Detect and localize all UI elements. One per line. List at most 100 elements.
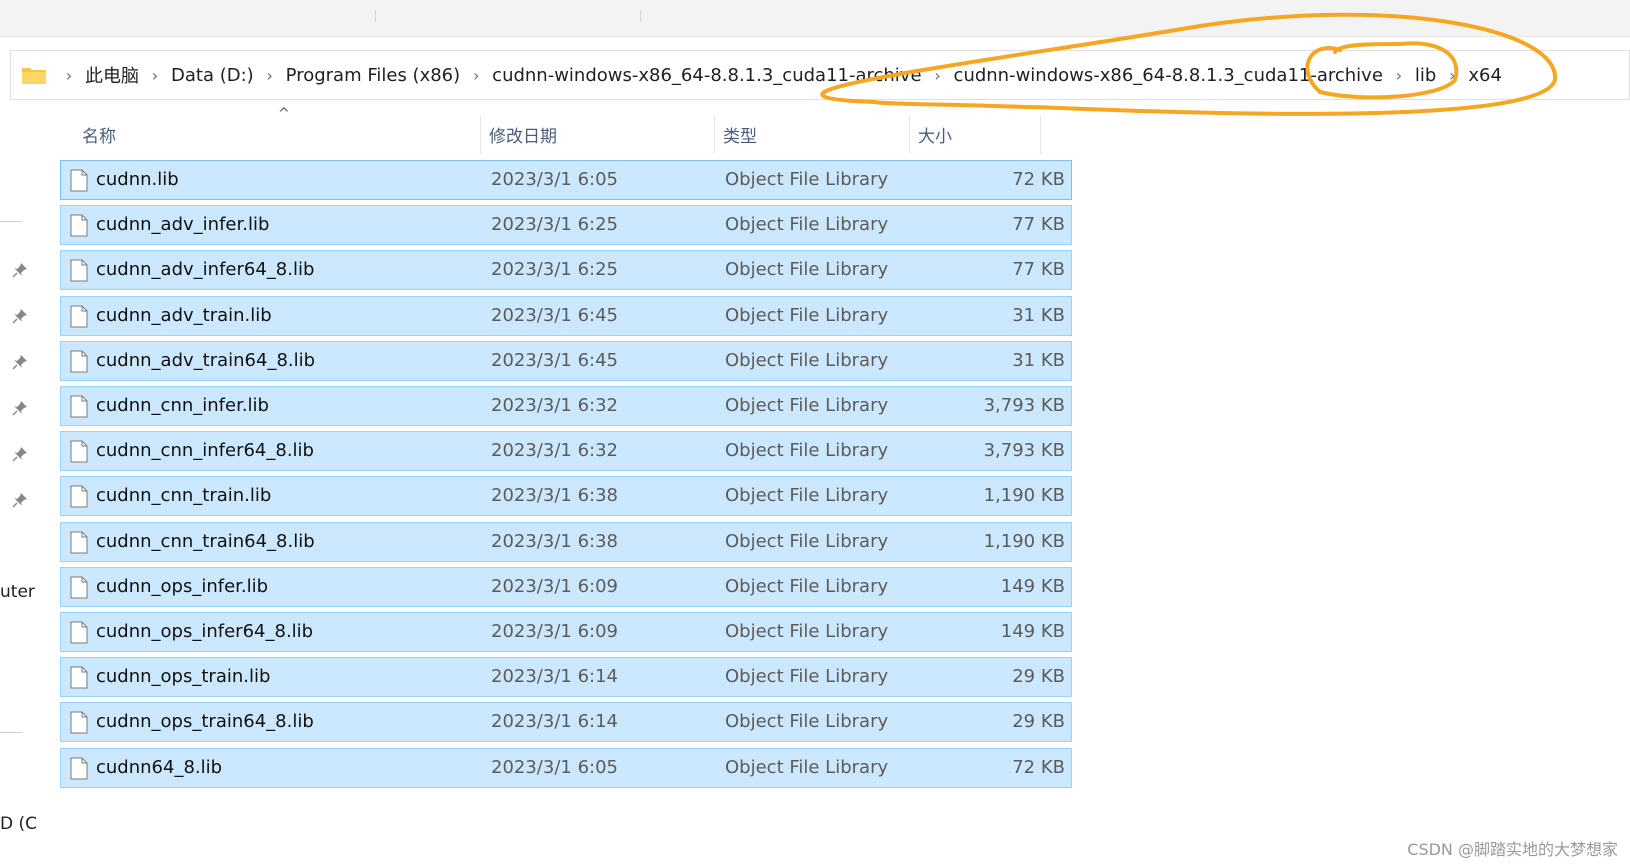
file-icon	[70, 576, 88, 599]
file-date: 2023/3/1 6:05	[491, 756, 618, 778]
file-row[interactable]: cudnn_cnn_infer.lib 2023/3/1 6:32 Object F…	[60, 386, 1072, 426]
file-icon	[70, 531, 88, 554]
file-row[interactable]: cudnn_ops_infer.lib 2023/3/1 6:09 Object F…	[60, 566, 1072, 607]
file-row[interactable]: cudnn_adv_infer.lib 2023/3/1 6:25 Object F…	[60, 205, 1072, 246]
breadcrumb-item[interactable]: Data (D:)	[167, 65, 258, 86]
file-size: 72 KB	[1012, 169, 1065, 190]
file-size: 72 KB	[1012, 756, 1065, 778]
file-size: 149 KB	[1000, 575, 1065, 597]
column-divider[interactable]	[1040, 116, 1041, 154]
file-date: 2023/3/1 6:09	[491, 575, 618, 597]
chevron-right-icon[interactable]: ›	[1387, 66, 1411, 85]
breadcrumb-item[interactable]: x64	[1464, 65, 1506, 86]
file-name: cudnn.lib	[96, 169, 179, 190]
breadcrumb-item[interactable]: Program Files (x86)	[282, 65, 465, 86]
file-row[interactable]: cudnn_adv_train64_8.lib 2023/3/1 6:45 Obje…	[60, 340, 1072, 381]
toolbar-divider	[375, 10, 376, 22]
file-row[interactable]: cudnn_cnn_infer64_8.lib 2023/3/1 6:32 Obje…	[60, 431, 1072, 472]
nav-item-drive[interactable]: D (C	[0, 814, 37, 834]
file-date: 2023/3/1 6:38	[491, 530, 618, 552]
file-type: Object File Library	[725, 666, 889, 688]
breadcrumb-item[interactable]: cudnn-windows-x86_64-8.8.1.3_cuda11-arch…	[950, 65, 1387, 86]
file-size: 3,793 KB	[983, 395, 1065, 416]
file-name: cudnn_cnn_train.lib	[96, 485, 272, 507]
nav-divider	[0, 732, 22, 733]
address-bar[interactable]: › 此电脑 › Data (D:) › Program Files (x86) › cudnn…	[10, 50, 1630, 100]
file-type: Object File Library	[725, 756, 889, 778]
column-header-size[interactable]: 大小	[918, 122, 952, 147]
chevron-right-icon[interactable]: ›	[1440, 66, 1464, 85]
file-row[interactable]: cudnn_adv_train.lib 2023/3/1 6:45 Object F…	[60, 295, 1072, 336]
top-toolbar-strip	[0, 0, 1630, 37]
column-header-row: ^ 名称 修改日期 类型 大小	[60, 104, 1080, 154]
file-row[interactable]: cudnn.lib 2023/3/1 6:05 Object File Librar…	[60, 160, 1072, 200]
nav-item-this-pc[interactable]: uter	[0, 582, 35, 602]
pin-icon[interactable]	[12, 446, 28, 462]
file-name: cudnn_adv_infer.lib	[96, 214, 270, 236]
file-name: cudnn_adv_infer64_8.lib	[96, 259, 315, 281]
file-size: 77 KB	[1012, 214, 1065, 236]
file-type: Object File Library	[725, 169, 889, 190]
file-size: 1,190 KB	[983, 485, 1065, 507]
file-name: cudnn_adv_train64_8.lib	[96, 349, 316, 371]
chevron-right-icon[interactable]: ›	[57, 66, 81, 85]
column-divider[interactable]	[909, 116, 910, 154]
file-row[interactable]: cudnn_ops_train.lib 2023/3/1 6:14 Object F…	[60, 657, 1072, 698]
navigation-pane: uter D (C	[0, 104, 37, 868]
file-date: 2023/3/1 6:45	[491, 304, 618, 326]
file-row[interactable]: cudnn64_8.lib 2023/3/1 6:05 Object File Li…	[60, 747, 1072, 788]
file-type: Object File Library	[725, 214, 889, 236]
watermark: CSDN @脚踏实地的大梦想家	[1407, 840, 1618, 859]
file-icon	[70, 440, 88, 463]
pin-icon[interactable]	[12, 400, 28, 416]
file-row[interactable]: cudnn_ops_infer64_8.lib 2023/3/1 6:09 Obje…	[60, 612, 1072, 652]
file-type: Object File Library	[725, 304, 889, 326]
sort-up-icon: ^	[278, 106, 290, 122]
pin-icon[interactable]	[12, 262, 28, 278]
chevron-right-icon[interactable]: ›	[926, 66, 950, 85]
file-name: cudnn_ops_train.lib	[96, 666, 271, 688]
column-divider[interactable]	[480, 116, 481, 154]
file-date: 2023/3/1 6:09	[491, 621, 618, 642]
file-icon	[70, 214, 88, 237]
file-size: 29 KB	[1012, 711, 1065, 733]
file-type: Object File Library	[725, 440, 889, 462]
column-divider[interactable]	[714, 116, 715, 154]
breadcrumb-item[interactable]: 此电脑	[81, 62, 143, 88]
file-size: 77 KB	[1012, 259, 1065, 281]
file-row[interactable]: cudnn_ops_train64_8.lib 2023/3/1 6:14 Obje…	[60, 702, 1072, 743]
nav-divider	[0, 221, 22, 222]
file-name: cudnn_ops_train64_8.lib	[96, 711, 314, 733]
file-type: Object File Library	[725, 530, 889, 552]
file-icon	[70, 757, 88, 780]
file-icon	[70, 711, 88, 734]
file-icon	[70, 350, 88, 373]
file-icon	[70, 666, 88, 689]
file-name: cudnn_cnn_train64_8.lib	[96, 530, 315, 552]
file-type: Object File Library	[725, 485, 889, 507]
file-date: 2023/3/1 6:05	[491, 169, 618, 190]
file-size: 3,793 KB	[983, 440, 1065, 462]
chevron-right-icon[interactable]: ›	[258, 66, 282, 85]
file-date: 2023/3/1 6:14	[491, 711, 618, 733]
file-icon	[70, 485, 88, 508]
file-date: 2023/3/1 6:14	[491, 666, 618, 688]
column-header-name[interactable]: 名称	[82, 122, 116, 147]
file-row[interactable]: cudnn_adv_infer64_8.lib 2023/3/1 6:25 Obje…	[60, 250, 1072, 291]
file-row[interactable]: cudnn_cnn_train.lib 2023/3/1 6:38 Object F…	[60, 476, 1072, 517]
chevron-right-icon[interactable]: ›	[143, 66, 167, 85]
breadcrumb-item[interactable]: cudnn-windows-x86_64-8.8.1.3_cuda11-arch…	[488, 65, 925, 86]
pin-icon[interactable]	[12, 354, 28, 370]
chevron-right-icon[interactable]: ›	[464, 66, 488, 85]
column-header-date[interactable]: 修改日期	[489, 122, 557, 147]
column-header-type[interactable]: 类型	[723, 122, 757, 147]
file-icon	[70, 621, 88, 644]
pin-icon[interactable]	[12, 308, 28, 324]
pin-icon[interactable]	[12, 492, 28, 508]
breadcrumb-item[interactable]: lib	[1411, 65, 1440, 86]
file-date: 2023/3/1 6:32	[491, 440, 618, 462]
file-type: Object File Library	[725, 349, 889, 371]
file-size: 31 KB	[1012, 304, 1065, 326]
file-row[interactable]: cudnn_cnn_train64_8.lib 2023/3/1 6:38 Obje…	[60, 521, 1072, 562]
file-type: Object File Library	[725, 259, 889, 281]
